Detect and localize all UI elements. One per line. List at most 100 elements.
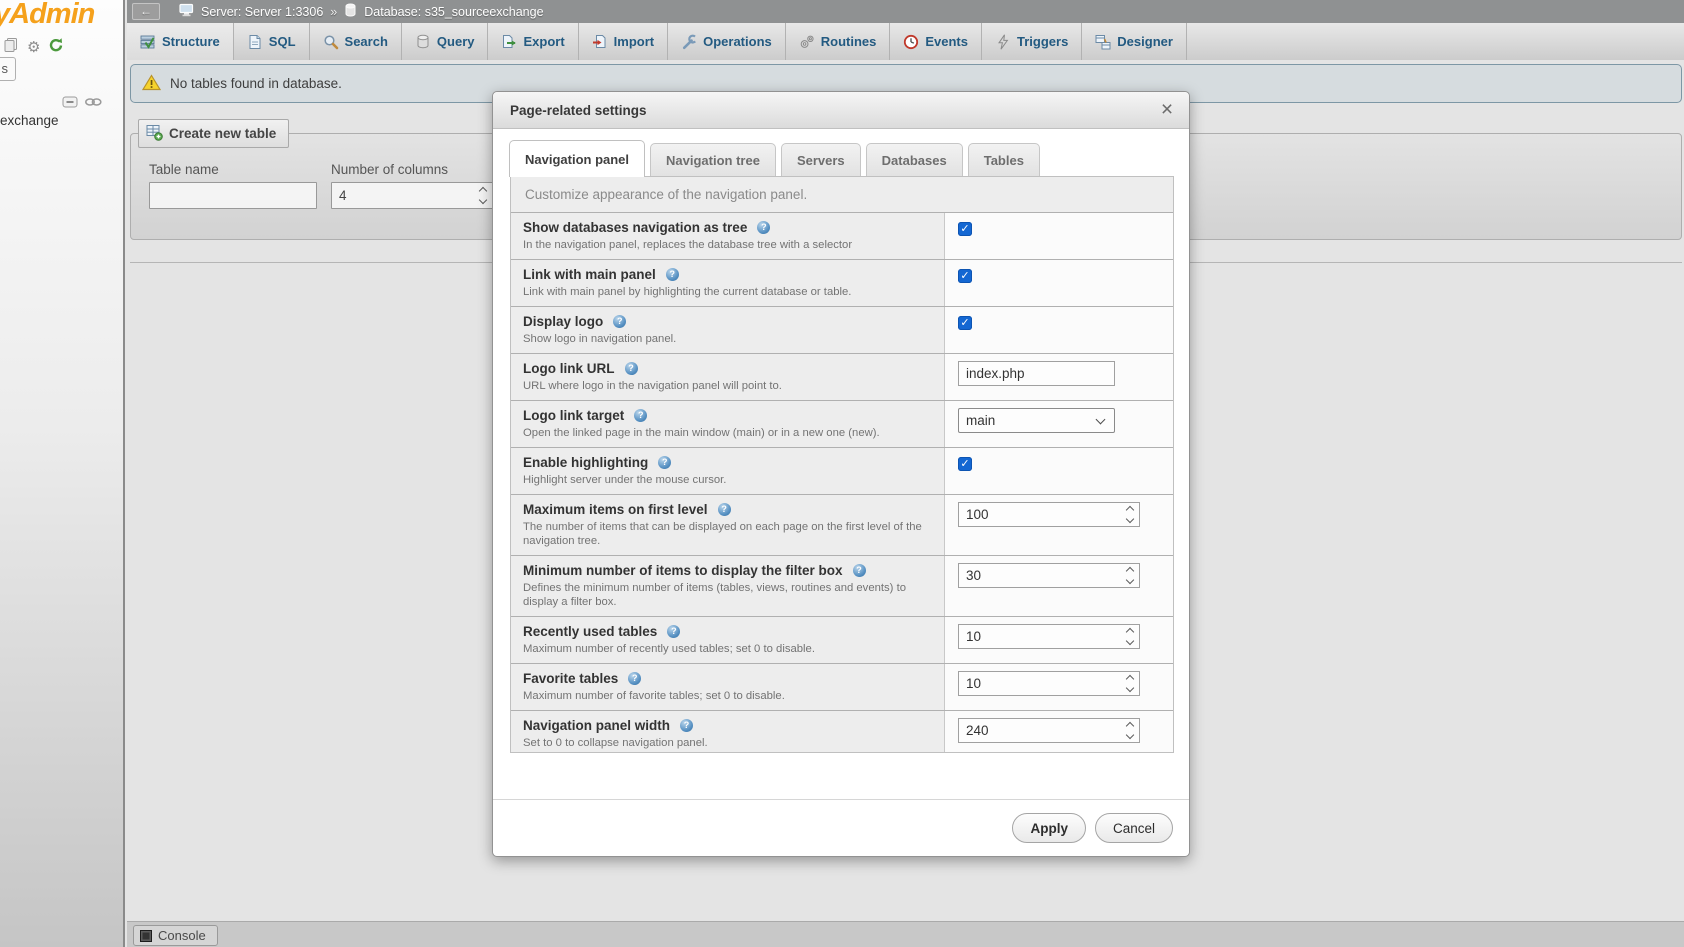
structure-icon bbox=[140, 34, 156, 50]
help-icon[interactable]: ? bbox=[634, 409, 647, 422]
setting-description: Highlight server under the mouse cursor. bbox=[523, 473, 930, 487]
tab-label: SQL bbox=[269, 34, 296, 49]
setting-description: URL where logo in the navigation panel w… bbox=[523, 379, 930, 393]
sidebar-partial-button[interactable]: s bbox=[0, 57, 16, 81]
setting-label: Link with main panel bbox=[523, 267, 656, 282]
create-table-legend[interactable]: Create new table bbox=[138, 119, 289, 148]
setting-label: Recently used tables bbox=[523, 624, 657, 639]
help-icon[interactable]: ? bbox=[666, 268, 679, 281]
tab-operations[interactable]: Operations bbox=[668, 23, 786, 60]
setting-label: Minimum number of items to display the f… bbox=[523, 563, 843, 578]
spinner-icon[interactable] bbox=[1122, 720, 1138, 741]
tab-label: Export bbox=[523, 34, 564, 49]
main-tab-bar: Structure SQL Search Query Export ImportOpera… bbox=[127, 23, 1684, 60]
help-icon[interactable]: ? bbox=[667, 625, 680, 638]
notice-text: No tables found in database. bbox=[170, 76, 342, 91]
number-input[interactable]: 240 bbox=[958, 718, 1140, 743]
setting-label: Logo link target bbox=[523, 408, 624, 423]
tab-export[interactable]: Export bbox=[488, 23, 578, 60]
setting-description: Link with main panel by highlighting the… bbox=[523, 285, 930, 299]
tab-triggers[interactable]: Triggers bbox=[982, 23, 1082, 60]
breadcrumb-database[interactable]: Database: s35_sourceexchange bbox=[364, 5, 543, 19]
cancel-button[interactable]: Cancel bbox=[1095, 813, 1173, 843]
columns-number-input[interactable]: 4 bbox=[331, 182, 493, 209]
help-icon[interactable]: ? bbox=[658, 456, 671, 469]
tab-label: Triggers bbox=[1017, 34, 1068, 49]
events-icon bbox=[903, 34, 919, 50]
phpmyadmin-logo[interactable]: yAdmin bbox=[0, 0, 94, 31]
tab-import[interactable]: Import bbox=[579, 23, 668, 60]
apply-button[interactable]: Apply bbox=[1012, 813, 1086, 843]
tab-label: Search bbox=[345, 34, 388, 49]
number-input[interactable]: 100 bbox=[958, 502, 1140, 527]
dialog-title-bar[interactable]: Page-related settings bbox=[493, 92, 1189, 129]
checkbox[interactable]: ✓ bbox=[958, 316, 972, 330]
dialog-tab-tables[interactable]: Tables bbox=[968, 143, 1040, 176]
tab-designer[interactable]: Designer bbox=[1082, 23, 1187, 60]
close-icon[interactable]: × bbox=[1155, 98, 1179, 122]
query-icon bbox=[415, 34, 431, 50]
checkbox[interactable]: ✓ bbox=[958, 222, 972, 236]
spinner-icon[interactable] bbox=[1122, 626, 1138, 647]
help-icon[interactable]: ? bbox=[853, 564, 866, 577]
dialog-tab-servers[interactable]: Servers bbox=[781, 143, 861, 176]
home-icon[interactable] bbox=[3, 37, 19, 58]
tab-events[interactable]: Events bbox=[890, 23, 982, 60]
number-input[interactable]: 30 bbox=[958, 563, 1140, 588]
setting-label: Show databases navigation as tree bbox=[523, 220, 747, 235]
navigation-panel: yAdmin ⚙ s exchange bbox=[0, 0, 125, 947]
number-input[interactable]: 10 bbox=[958, 624, 1140, 649]
refresh-icon[interactable] bbox=[48, 37, 64, 58]
console-toggle-button[interactable]: Console bbox=[133, 925, 218, 946]
tab-sql[interactable]: SQL bbox=[234, 23, 310, 60]
tab-query[interactable]: Query bbox=[402, 23, 489, 60]
search-icon bbox=[323, 34, 339, 50]
warning-icon bbox=[142, 74, 161, 94]
setting-label: Favorite tables bbox=[523, 671, 618, 686]
help-icon[interactable]: ? bbox=[628, 672, 641, 685]
tab-search[interactable]: Search bbox=[310, 23, 402, 60]
settings-gear-icon[interactable]: ⚙ bbox=[27, 40, 40, 56]
number-input[interactable]: 10 bbox=[958, 671, 1140, 696]
spinner-icon[interactable] bbox=[475, 184, 491, 207]
settings-row: Logo link URL?URL where logo in the navi… bbox=[511, 353, 1173, 400]
new-table-icon bbox=[146, 124, 163, 144]
spinner-icon[interactable] bbox=[1122, 504, 1138, 525]
settings-row: Favorite tables? Maximum number of favori… bbox=[511, 663, 1173, 710]
checkbox[interactable]: ✓ bbox=[958, 269, 972, 283]
tab-structure[interactable]: Structure bbox=[127, 23, 234, 60]
triggers-icon bbox=[995, 34, 1011, 50]
setting-description: Maximum number of favorite tables; set 0… bbox=[523, 689, 930, 703]
spinner-icon[interactable] bbox=[1122, 565, 1138, 586]
setting-label: Enable highlighting bbox=[523, 455, 648, 470]
select-dropdown[interactable]: main bbox=[958, 408, 1115, 433]
settings-row: Maximum items on first level?The number … bbox=[511, 494, 1173, 555]
operations-icon bbox=[681, 34, 697, 50]
text-input[interactable]: index.php bbox=[958, 361, 1115, 386]
table-name-input[interactable] bbox=[149, 182, 317, 209]
help-icon[interactable]: ? bbox=[625, 362, 638, 375]
columns-label: Number of columns bbox=[331, 162, 448, 177]
breadcrumb-separator: » bbox=[330, 5, 337, 19]
page-related-settings-dialog: Page-related settings × Navigation panel… bbox=[492, 91, 1190, 857]
spinner-icon[interactable] bbox=[1122, 673, 1138, 694]
back-arrow-button[interactable]: ← bbox=[132, 3, 160, 20]
tab-label: Routines bbox=[821, 34, 877, 49]
collapse-minus-icon[interactable] bbox=[62, 93, 79, 115]
dialog-tab-navigation-panel[interactable]: Navigation panel bbox=[509, 140, 645, 177]
dialog-tab-databases[interactable]: Databases bbox=[866, 143, 963, 176]
tree-database-label[interactable]: exchange bbox=[0, 113, 59, 128]
checkbox[interactable]: ✓ bbox=[958, 457, 972, 471]
dialog-tab-navigation-tree[interactable]: Navigation tree bbox=[650, 143, 776, 176]
table-name-label: Table name bbox=[149, 162, 219, 177]
link-chain-icon[interactable] bbox=[84, 95, 103, 114]
setting-label: Display logo bbox=[523, 314, 603, 329]
help-icon[interactable]: ? bbox=[613, 315, 626, 328]
tab-routines[interactable]: Routines bbox=[786, 23, 891, 60]
dialog-tab-bar: Navigation panelNavigation treeServersDa… bbox=[493, 129, 1189, 176]
breadcrumb-server[interactable]: Server: Server 1:3306 bbox=[201, 5, 323, 19]
help-icon[interactable]: ? bbox=[757, 221, 770, 234]
help-icon[interactable]: ? bbox=[718, 503, 731, 516]
help-icon[interactable]: ? bbox=[680, 719, 693, 732]
designer-icon bbox=[1095, 34, 1111, 50]
